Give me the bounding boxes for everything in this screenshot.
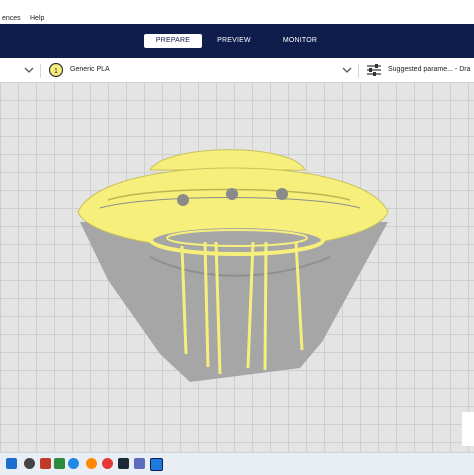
search-icon[interactable] xyxy=(24,458,35,469)
ufo-model[interactable] xyxy=(0,82,474,452)
chevron-down-icon[interactable] xyxy=(342,66,352,74)
chevron-down-icon[interactable] xyxy=(24,66,34,74)
porthole-circle xyxy=(177,194,189,206)
toolbar: 1 Generic PLA Suggested parame... - Dra xyxy=(0,58,474,83)
store-icon[interactable] xyxy=(54,458,65,469)
porthole-circle xyxy=(226,188,238,200)
os-taskbar xyxy=(0,452,474,475)
tab-monitor[interactable]: MONITOR xyxy=(272,34,328,48)
corner-panel[interactable] xyxy=(462,412,474,446)
toolbar-divider xyxy=(40,64,41,78)
firefox-icon[interactable] xyxy=(86,458,97,469)
cura-icon[interactable] xyxy=(150,458,163,471)
chrome-icon[interactable] xyxy=(102,458,113,469)
stage-header: PREPARE PREVIEW MONITOR xyxy=(0,24,474,58)
toolbar-divider xyxy=(358,64,359,78)
extruder-number: 1 xyxy=(54,68,58,75)
menu-bar: ences Help xyxy=(0,0,474,24)
tab-preview[interactable]: PREVIEW xyxy=(208,34,260,48)
edge-icon[interactable] xyxy=(68,458,79,469)
task-view-icon[interactable] xyxy=(40,458,51,469)
steam-icon[interactable] xyxy=(118,458,129,469)
build-plate-viewport[interactable] xyxy=(0,82,474,452)
tab-prepare[interactable]: PREPARE xyxy=(144,34,202,48)
app-icon[interactable] xyxy=(134,458,145,469)
menu-preferences[interactable]: ences xyxy=(2,15,21,22)
menu-help[interactable]: Help xyxy=(30,15,44,22)
extruder-icon[interactable]: 1 xyxy=(48,62,64,78)
print-settings-label[interactable]: Suggested parame... - Dra xyxy=(388,66,471,73)
material-label[interactable]: Generic PLA xyxy=(70,66,110,73)
settings-sliders-icon[interactable] xyxy=(366,63,382,77)
porthole-circle xyxy=(276,188,288,200)
model-dome xyxy=(149,149,306,171)
windows-icon[interactable] xyxy=(6,458,17,469)
